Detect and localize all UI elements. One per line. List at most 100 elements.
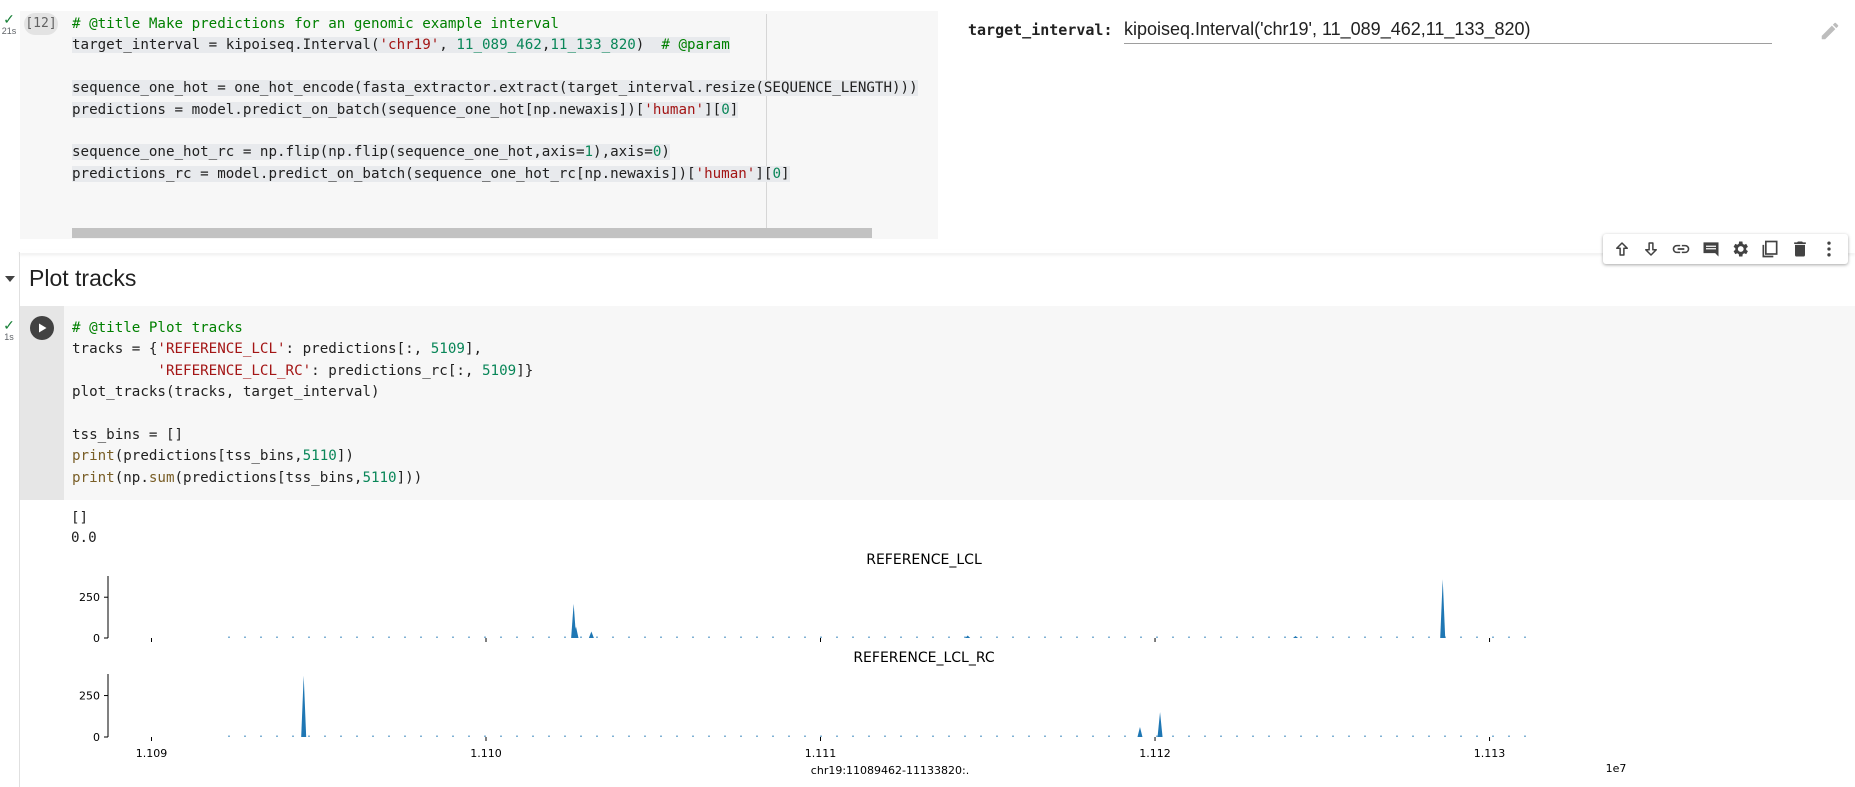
- x-tick-label: 1.109: [136, 747, 168, 760]
- code-token: : predictions[:,: [285, 341, 431, 358]
- signal-peak: [1137, 727, 1143, 737]
- code-token: ])): [396, 469, 423, 486]
- pencil-icon[interactable]: [1819, 20, 1841, 42]
- code-line[interactable]: tss_bins = []: [72, 425, 533, 446]
- caret-down-icon[interactable]: [4, 272, 16, 284]
- target-interval-input[interactable]: [1124, 16, 1772, 44]
- code-token: ]): [336, 448, 354, 465]
- code-line[interactable]: print(np.sum(predictions[tss_bins,5110])…: [72, 468, 533, 489]
- code-token: tracks = {: [72, 341, 158, 358]
- code-token: 'chr19': [379, 37, 440, 54]
- code-token: ),axis=: [593, 144, 653, 161]
- comment-icon[interactable]: [1700, 238, 1722, 260]
- code-token: sum: [148, 469, 175, 486]
- code-token: predictions_rc = model.predict_on_batch(…: [72, 165, 696, 182]
- code-line[interactable]: 'REFERENCE_LCL_RC': predictions_rc[:, 51…: [72, 361, 533, 382]
- y-tick-label: 250: [79, 591, 100, 604]
- cell-toolbar: [1603, 234, 1848, 264]
- code-token: 5109: [430, 341, 465, 358]
- signal-peak: [1440, 579, 1446, 638]
- trash-icon[interactable]: [1789, 238, 1811, 260]
- code-line[interactable]: [72, 185, 918, 206]
- code-line[interactable]: # @title Make predictions for an genomic…: [72, 14, 918, 35]
- code-token: 1: [584, 144, 594, 161]
- code-token: plot_tracks(tracks, target_interval): [72, 384, 380, 401]
- x-tick-label: 1.112: [1139, 747, 1171, 760]
- code-token: ]}: [516, 362, 534, 379]
- form-param-label: target_interval:: [968, 21, 1113, 39]
- code-token: 11_089_462: [456, 37, 542, 54]
- x-tick-label: 1.113: [1474, 747, 1506, 760]
- mirror-cell-icon[interactable]: [1759, 238, 1781, 260]
- cell1-exec-time: 21s: [1, 26, 17, 36]
- code-token: (predictions[tss_bins,: [174, 469, 363, 486]
- code-token: sequence_one_hot_rc = np.flip(np.flip(se…: [72, 144, 585, 161]
- code-token: # @param: [661, 37, 730, 54]
- code-line[interactable]: [72, 57, 918, 78]
- x-offset-label: 1e7: [1606, 762, 1627, 775]
- code-token: (predictions[tss_bins,: [114, 448, 303, 465]
- code-token: 'human': [695, 165, 756, 182]
- form-panel: target_interval:: [968, 16, 1848, 48]
- code-token: target_interval = kipoiseq.Interval(: [72, 37, 380, 54]
- code-token: : predictions_rc[:,: [311, 362, 483, 379]
- code-token: 11_133_820: [550, 37, 636, 54]
- code-line[interactable]: plot_tracks(tracks, target_interval): [72, 382, 533, 403]
- arrow-up-icon[interactable]: [1611, 238, 1633, 260]
- more-vert-icon[interactable]: [1818, 238, 1840, 260]
- code-token: ][: [704, 101, 722, 118]
- section-title[interactable]: Plot tracks: [29, 265, 136, 292]
- cell2-code[interactable]: # @title Plot tracks tracks = {'REFERENCE…: [72, 318, 533, 489]
- arrow-down-icon[interactable]: [1640, 238, 1662, 260]
- code-line[interactable]: predictions = model.predict_on_batch(seq…: [72, 100, 918, 121]
- code-token: ]: [780, 165, 790, 182]
- code-line[interactable]: tracks = {'REFERENCE_LCL': predictions[:…: [72, 339, 533, 360]
- code-token: 0: [721, 101, 730, 118]
- output-line: []: [71, 510, 89, 526]
- code-line[interactable]: predictions_rc = model.predict_on_batch(…: [72, 164, 918, 185]
- x-tick-label: 1.110: [470, 747, 502, 760]
- code-line[interactable]: [72, 404, 533, 425]
- code-line[interactable]: target_interval = kipoiseq.Interval('chr…: [72, 35, 918, 56]
- code-token: ,: [439, 37, 457, 54]
- code-token: print: [72, 469, 115, 486]
- panel-title: REFERENCE_LCL_RC: [853, 650, 995, 666]
- code-token: ]: [729, 101, 739, 118]
- code-token: predictions = model.predict_on_batch(seq…: [72, 101, 645, 118]
- code-line[interactable]: # @title Plot tracks: [72, 318, 533, 339]
- check-icon: ✓: [3, 317, 15, 333]
- code-token: 'REFERENCE_LCL_RC': [157, 362, 312, 379]
- gear-icon[interactable]: [1729, 238, 1751, 260]
- code-token: (np.: [114, 469, 149, 486]
- cell1-horizontal-scrollbar[interactable]: [72, 228, 872, 238]
- cell2-output-text: [] 0.0: [71, 509, 97, 548]
- cell2-exec-time: 1s: [4, 332, 14, 342]
- code-line[interactable]: [72, 121, 918, 142]
- code-token: ): [635, 37, 662, 54]
- signal-peak: [301, 675, 307, 737]
- code-token: 'human': [644, 101, 705, 118]
- code-token: sequence_one_hot = one_hot_encode(fasta_…: [72, 80, 918, 97]
- cell1-status: ✓ 21s: [0, 12, 18, 36]
- code-token: ][: [755, 165, 773, 182]
- code-token: 5109: [482, 362, 517, 379]
- tracks-plot: REFERENCE_LCL 0 250 REFERENCE_LCL_RC 0 250 1.1…: [79, 552, 1627, 777]
- cell1-code[interactable]: # @title Make predictions for an genomic…: [72, 14, 918, 207]
- code-token: 0: [772, 165, 781, 182]
- output-line: 0.0: [71, 529, 97, 546]
- run-cell-button[interactable]: [30, 316, 54, 340]
- code-token: tss_bins = []: [72, 426, 184, 443]
- y-tick-label: 0: [93, 632, 100, 645]
- play-icon: [39, 323, 47, 333]
- cell1-execution-count[interactable]: [12]: [24, 13, 58, 35]
- code-line[interactable]: sequence_one_hot = one_hot_encode(fasta_…: [72, 78, 918, 99]
- y-tick-label: 0: [93, 731, 100, 744]
- code-line[interactable]: print(predictions[tss_bins,5110]): [72, 446, 533, 467]
- check-icon: ✓: [3, 11, 15, 27]
- y-tick-label: 250: [79, 690, 100, 703]
- code-token: ): [661, 144, 670, 161]
- code-token: # @title Plot tracks: [72, 320, 243, 336]
- link-icon[interactable]: [1670, 238, 1692, 260]
- code-line[interactable]: sequence_one_hot_rc = np.flip(np.flip(se…: [72, 142, 918, 163]
